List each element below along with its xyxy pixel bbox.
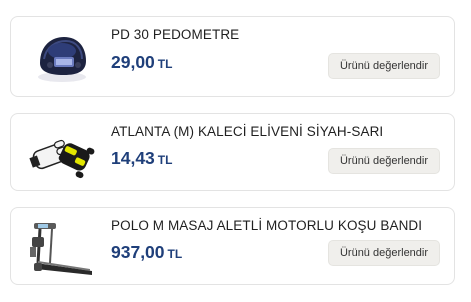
review-product-button[interactable]: Ürünü değerlendir bbox=[328, 240, 440, 266]
product-name[interactable]: ATLANTA (M) KALECİ ELİVENİ SİYAH-SARI bbox=[111, 124, 383, 139]
goalkeeper-glove-image bbox=[29, 139, 95, 179]
price-currency: TL bbox=[167, 247, 183, 261]
product-card: PD 30 PEDOMETRE 29,00 TL Ürünü değerlendi… bbox=[10, 16, 455, 97]
price-amount: 29,00 bbox=[111, 52, 155, 72]
review-product-button[interactable]: Ürünü değerlendir bbox=[328, 148, 440, 174]
product-image[interactable] bbox=[23, 122, 101, 186]
product-image[interactable] bbox=[23, 216, 101, 280]
price-currency: TL bbox=[157, 153, 173, 167]
review-product-button[interactable]: Ürünü değerlendir bbox=[328, 53, 440, 79]
product-image[interactable] bbox=[23, 25, 101, 89]
pedometer-image bbox=[38, 37, 86, 82]
purchased-products-list: PD 30 PEDOMETRE 29,00 TL Ürünü değerlendi… bbox=[0, 0, 471, 302]
product-name[interactable]: POLO M MASAJ ALETLİ MOTORLU KOŞU BANDI bbox=[111, 218, 422, 233]
treadmill-image bbox=[30, 223, 92, 275]
product-price: 937,00 TL bbox=[111, 242, 182, 263]
price-amount: 14,43 bbox=[111, 148, 155, 168]
price-amount: 937,00 bbox=[111, 242, 165, 262]
product-card: ATLANTA (M) KALECİ ELİVENİ SİYAH-SARI 14… bbox=[10, 113, 455, 191]
product-price: 14,43 TL bbox=[111, 148, 172, 169]
product-name[interactable]: PD 30 PEDOMETRE bbox=[111, 27, 239, 42]
product-price: 29,00 TL bbox=[111, 52, 172, 73]
product-card: POLO M MASAJ ALETLİ MOTORLU KOŞU BANDI 9… bbox=[10, 207, 455, 285]
price-currency: TL bbox=[157, 57, 173, 71]
